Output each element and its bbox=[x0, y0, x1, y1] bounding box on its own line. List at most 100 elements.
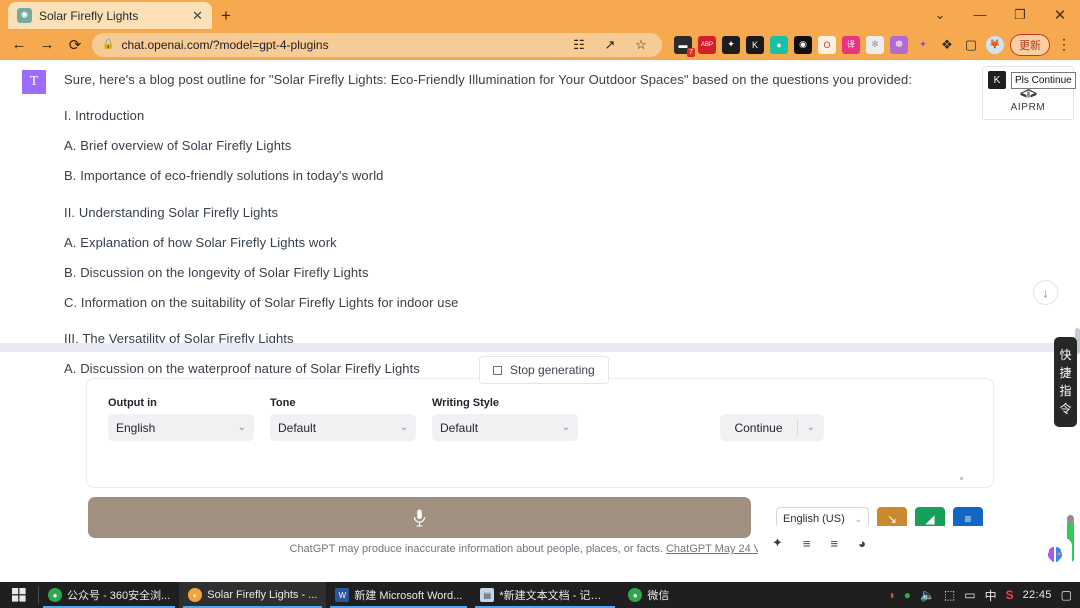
tone-control: Tone Default ⌄ bbox=[270, 397, 416, 441]
dark-square-extension-icon[interactable]: ◉ bbox=[794, 35, 812, 54]
taskbar-clock[interactable]: 22:45 bbox=[1023, 589, 1052, 601]
outline-line: C. Information on the suitability of Sol… bbox=[64, 294, 459, 310]
translate-cn-extension-icon[interactable]: 译 bbox=[842, 35, 860, 54]
taskbar-item-label: Solar Firefly Lights - ... bbox=[207, 589, 318, 601]
kimi-extension-icon[interactable]: K bbox=[746, 35, 764, 54]
panel-resize-dot[interactable] bbox=[960, 477, 963, 480]
writing-style-select[interactable]: Default ⌄ bbox=[432, 414, 578, 441]
stop-square-icon bbox=[493, 365, 502, 375]
taskbar-item-label: 公众号 - 360安全浏... bbox=[67, 590, 171, 602]
puzzle-extensions-icon[interactable]: ❖ bbox=[938, 35, 956, 54]
forward-icon[interactable]: → bbox=[36, 34, 58, 56]
lock-icon: 🔒 bbox=[102, 39, 115, 50]
translate-icon[interactable]: ☷ bbox=[568, 34, 590, 56]
address-bar-url: chat.openai.com/?model=gpt-4-plugins bbox=[121, 37, 329, 52]
update-button[interactable]: 更新 bbox=[1010, 33, 1050, 56]
stop-generating-button[interactable]: Stop generating bbox=[479, 356, 609, 384]
outline-line: B. Discussion on the longevity of Solar … bbox=[64, 264, 369, 280]
microphone-icon bbox=[413, 509, 426, 526]
maximize-button[interactable]: ❐ bbox=[1000, 0, 1040, 29]
writing-style-label: Writing Style bbox=[432, 397, 500, 409]
sparkle-extension-icon[interactable]: ✦ bbox=[914, 35, 932, 54]
brain-icon bbox=[1048, 547, 1062, 562]
tab-strip: ✺ Solar Firefly Lights ✕ + ⌄ — ❐ ✕ bbox=[0, 0, 1080, 29]
kimi-icon[interactable]: K bbox=[988, 71, 1006, 89]
magic-wand-icon[interactable]: ✦ bbox=[772, 535, 783, 551]
taskbar-item-browser360[interactable]: ● 公众号 - 360安全浏... bbox=[39, 582, 179, 608]
address-bar[interactable]: 🔒 chat.openai.com/?model=gpt-4-plugins ☷… bbox=[92, 32, 662, 57]
voice-input-bar[interactable] bbox=[88, 497, 751, 538]
page-viewport: AIPRM AIPRM T Sure, here's a blog post o… bbox=[0, 60, 1080, 582]
align-bottom-icon[interactable]: ≡ bbox=[831, 536, 839, 551]
compass-extension-icon[interactable]: ✦ bbox=[722, 35, 740, 54]
taskbar-item-word[interactable]: W 新建 Microsoft Word... bbox=[326, 582, 471, 608]
outline-line: A. Brief overview of Solar Firefly Light… bbox=[64, 138, 292, 154]
share-icon[interactable]: ↗ bbox=[599, 34, 621, 56]
chevron-down-icon: ⌄ bbox=[399, 422, 408, 433]
ime-tray-icon[interactable]: 中 bbox=[985, 587, 997, 604]
scroll-to-bottom-button[interactable]: ↓ bbox=[1033, 280, 1058, 305]
reload-icon[interactable]: ⟳ bbox=[64, 34, 86, 56]
profile-avatar[interactable]: 🦊 bbox=[986, 35, 1004, 54]
chat-bubble-extension-icon[interactable]: ● bbox=[770, 35, 788, 54]
tab-groups-extension-icon[interactable]: ▬ 7 bbox=[674, 35, 695, 57]
taskbar-item-chrome[interactable]: ◐ Solar Firefly Lights - ... bbox=[179, 582, 327, 608]
extension-badge-count: 7 bbox=[687, 47, 695, 57]
output-in-select[interactable]: English ⌄ bbox=[108, 414, 254, 441]
brain-extension-button[interactable] bbox=[1038, 538, 1072, 572]
windows-taskbar: ● 公众号 - 360安全浏... ◐ Solar Firefly Lights… bbox=[0, 582, 1080, 608]
minimize-button[interactable]: — bbox=[960, 0, 1000, 29]
openai-extension-icon[interactable]: ✻ bbox=[866, 35, 884, 54]
network-tray-icon[interactable]: ⬚ bbox=[944, 588, 955, 602]
browser-menu-icon[interactable]: ⋮ bbox=[1056, 36, 1072, 53]
taskbar-item-notepad[interactable]: ▤ *新建文本文档 - 记事本 bbox=[471, 582, 619, 608]
aiprm-logo-icon bbox=[1020, 89, 1036, 98]
bookmark-star-icon[interactable]: ☆ bbox=[630, 34, 652, 56]
side-tab-char: 快 bbox=[1059, 348, 1072, 362]
wechat-icon[interactable]: ◕ bbox=[858, 536, 866, 551]
outline-line: II. Understanding Solar Firefly Lights bbox=[64, 204, 279, 220]
assistant-message: T Sure, here's a blog post outline for "… bbox=[0, 60, 1080, 389]
back-icon[interactable]: ← bbox=[8, 34, 30, 56]
close-icon[interactable]: ✕ bbox=[192, 9, 203, 22]
aiprm-brand-label: AIPRM bbox=[1010, 102, 1046, 113]
chevron-down-icon[interactable]: ⌄ bbox=[798, 422, 824, 433]
system-tray: ◑ ● 🔈 ⬚ ▭ 中 S 22:45 ▢ bbox=[887, 587, 1080, 604]
tone-value: Default bbox=[278, 420, 317, 435]
slider-handle[interactable] bbox=[1067, 515, 1074, 524]
quick-commands-side-tab[interactable]: 快 捷 指 令 bbox=[1054, 337, 1077, 427]
word-icon: W bbox=[335, 588, 350, 602]
opera-ring-extension-icon[interactable]: O bbox=[818, 35, 836, 54]
output-in-value: English bbox=[116, 420, 156, 435]
continue-button[interactable]: Continue ⌄ bbox=[720, 414, 824, 441]
pls-continue-button[interactable]: Pls Continue bbox=[1011, 71, 1076, 89]
brain-extension-icon[interactable]: ☸ bbox=[890, 35, 908, 54]
sogou-tray-icon[interactable]: S bbox=[1006, 588, 1014, 602]
battery-tray-icon[interactable]: ▭ bbox=[964, 588, 975, 602]
output-language-control: Output in English ⌄ bbox=[108, 397, 254, 441]
taskbar-item-wechat[interactable]: ● 微信 bbox=[619, 582, 678, 608]
disclaimer-text: ChatGPT may produce inaccurate informati… bbox=[289, 543, 663, 555]
start-button[interactable] bbox=[0, 582, 38, 608]
browser-tab[interactable]: ✺ Solar Firefly Lights ✕ bbox=[8, 2, 212, 29]
side-tab-char: 令 bbox=[1059, 402, 1072, 416]
aiprm-controls-panel: Output in English ⌄ Tone Default ⌄ Writi… bbox=[86, 378, 994, 488]
align-top-icon[interactable]: ≡ bbox=[803, 536, 811, 551]
app-icon: ● bbox=[48, 588, 62, 602]
stop-generating-label: Stop generating bbox=[510, 363, 595, 377]
new-tab-button[interactable]: + bbox=[212, 2, 240, 29]
window-controls: ⌄ — ❐ ✕ bbox=[920, 0, 1080, 29]
wechat-tray-icon[interactable]: ● bbox=[904, 588, 911, 602]
notifications-icon[interactable]: ▢ bbox=[1061, 588, 1072, 602]
sidepanel-icon[interactable]: ▢ bbox=[962, 35, 980, 54]
writing-style-control: Writing Style Default ⌄ bbox=[432, 397, 578, 441]
content-divider bbox=[0, 343, 1080, 352]
chevron-down-icon[interactable]: ⌄ bbox=[920, 0, 960, 29]
tone-label: Tone bbox=[270, 397, 296, 409]
taskbar-item-label: 新建 Microsoft Word... bbox=[354, 590, 463, 602]
volume-tray-icon[interactable]: 🔈 bbox=[920, 588, 935, 602]
red-app-tray-icon[interactable]: ◑ bbox=[887, 588, 894, 602]
adblock-plus-extension-icon[interactable]: ABP bbox=[698, 35, 716, 54]
close-window-button[interactable]: ✕ bbox=[1040, 0, 1080, 29]
tone-select[interactable]: Default ⌄ bbox=[270, 414, 416, 441]
